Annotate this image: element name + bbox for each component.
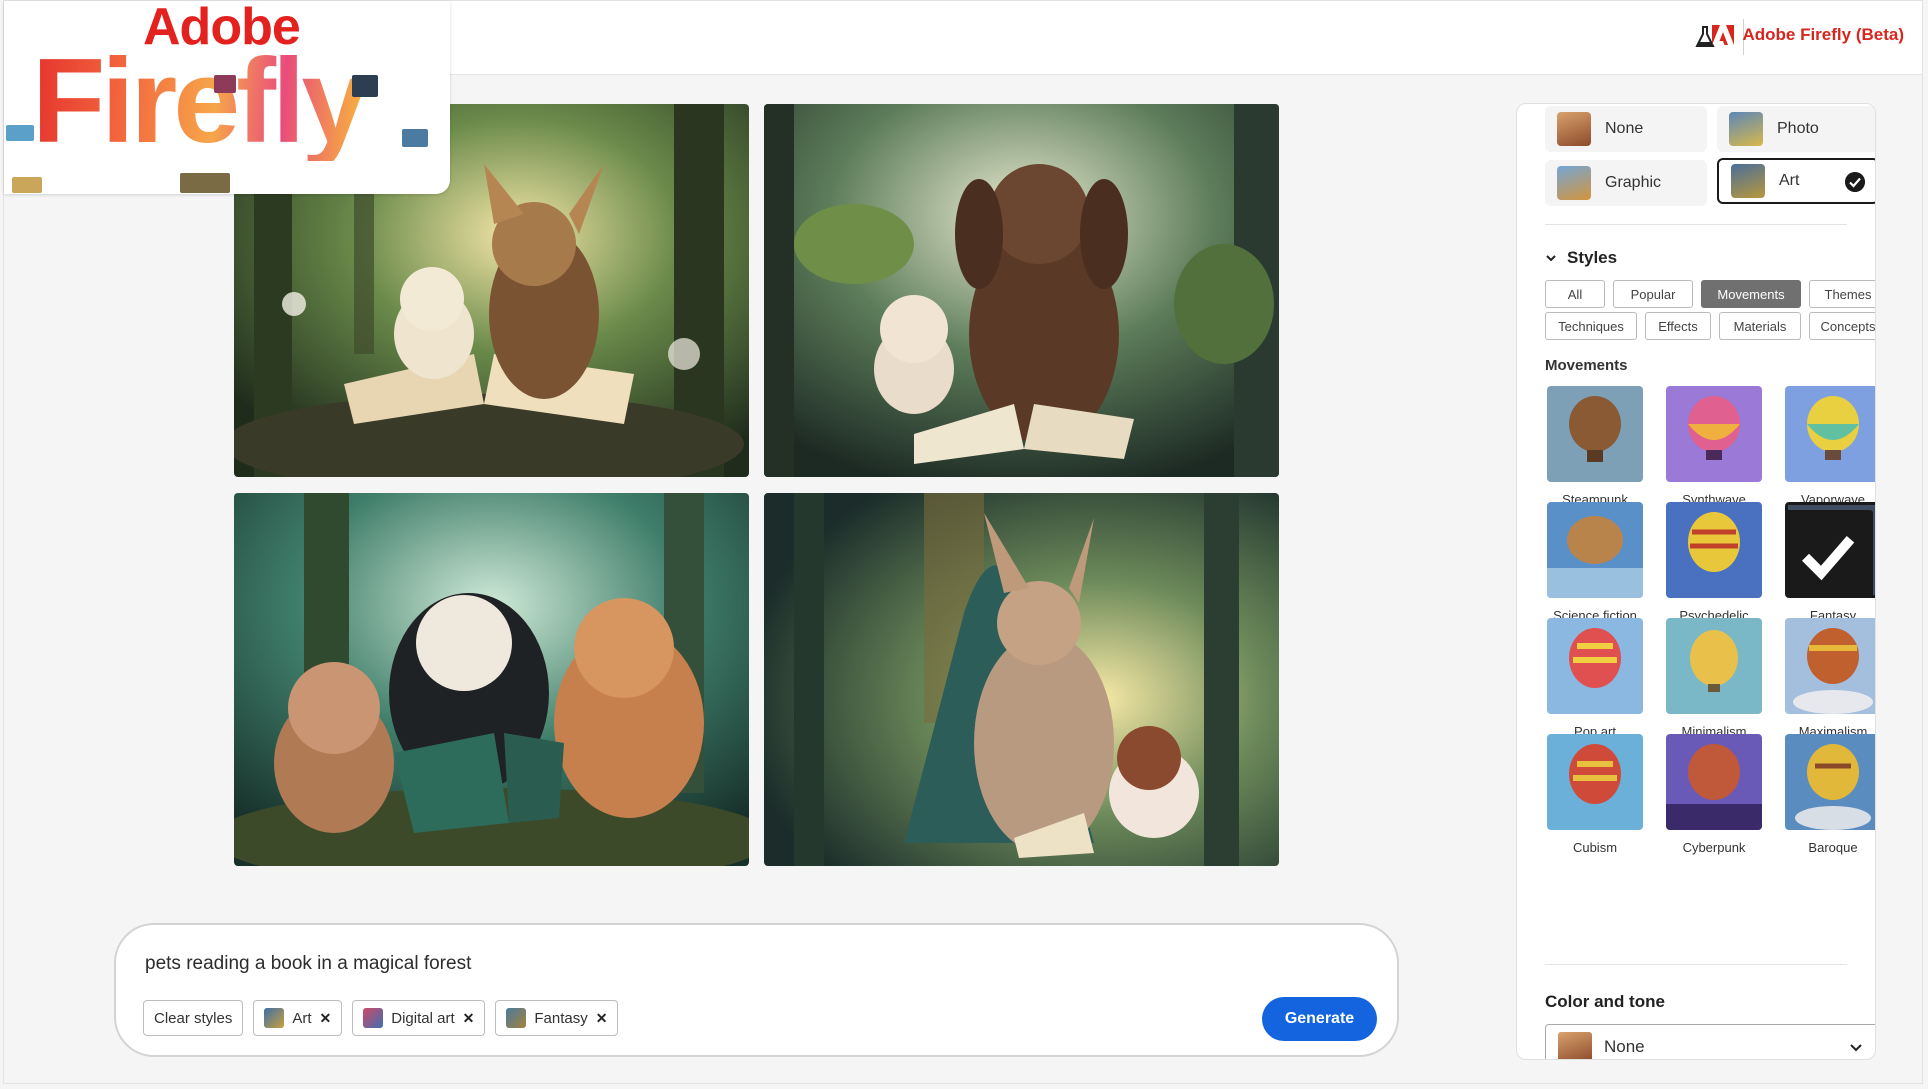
synthwave-thumbnail: [1666, 386, 1762, 482]
fantasy-thumbnail-icon: [506, 1008, 527, 1028]
app-window: Adobe Firefly (Beta) Adobe Firefly pets …: [3, 0, 1923, 1084]
movement-label: Baroque: [1808, 840, 1858, 855]
filter-popular[interactable]: Popular: [1613, 280, 1693, 308]
color-tone-select[interactable]: None: [1545, 1024, 1875, 1059]
adobe-logo-icon: [1712, 25, 1735, 45]
remove-chip-icon[interactable]: ✕: [463, 1010, 475, 1027]
movement-steampunk[interactable]: Steampunk: [1547, 386, 1643, 507]
clear-styles-label: Clear styles: [154, 1009, 233, 1027]
science-fiction-thumbnail: [1547, 502, 1643, 598]
content-type-label: None: [1605, 120, 1644, 137]
content-type-label: Graphic: [1605, 174, 1662, 191]
movement-cubism[interactable]: Cubism: [1547, 734, 1643, 855]
chip-label: Art: [292, 1009, 312, 1027]
logo-thumbnail: [352, 75, 378, 97]
content-type-label: Art: [1779, 172, 1800, 189]
balloon-thumbnail-icon: [1558, 1032, 1592, 1059]
vaporwave-thumbnail: [1785, 386, 1875, 482]
prompt-bar: pets reading a book in a magical forest …: [114, 923, 1399, 1057]
color-tone-value: None: [1604, 1037, 1645, 1056]
movement-cyberpunk[interactable]: Cyberpunk: [1666, 734, 1762, 855]
image-gallery: [234, 104, 1279, 866]
style-chip-fantasy: Fantasy ✕: [495, 1000, 619, 1036]
psychedelic-thumbnail: [1666, 502, 1762, 598]
chevron-down-icon: [1546, 255, 1556, 262]
style-chip-art: Art ✕: [253, 1000, 343, 1036]
remove-chip-icon[interactable]: ✕: [596, 1010, 608, 1027]
movements-title: Movements: [1545, 357, 1628, 374]
filter-techniques[interactable]: Techniques: [1545, 312, 1637, 340]
logo-thumbnail: [214, 75, 236, 93]
chevron-down-icon: [1850, 1044, 1862, 1052]
logo-thumbnail: [12, 177, 42, 193]
checkmark-icon: [1788, 510, 1873, 595]
content-type-graphic[interactable]: Graphic: [1545, 160, 1707, 206]
filter-concepts[interactable]: Concepts: [1809, 312, 1875, 340]
brand-name: Adobe Firefly (Beta): [1742, 25, 1904, 44]
style-chip-digital-art: Digital art ✕: [352, 1000, 486, 1036]
generate-button[interactable]: Generate: [1262, 997, 1377, 1041]
content-type-label: Photo: [1777, 120, 1819, 137]
generated-image-3[interactable]: [234, 493, 749, 866]
cubism-thumbnail: [1547, 734, 1643, 830]
color-tone-title: Color and tone: [1545, 992, 1665, 1011]
movement-baroque[interactable]: Baroque: [1785, 734, 1875, 855]
content-type-art[interactable]: Art: [1717, 158, 1875, 204]
movement-minimalism[interactable]: Minimalism: [1666, 618, 1762, 739]
chip-label: Digital art: [391, 1009, 455, 1027]
movement-science-fiction[interactable]: Science fiction: [1547, 502, 1643, 623]
movement-vaporwave[interactable]: Vaporwave: [1785, 386, 1875, 507]
style-chips: Clear styles Art ✕ Digital art ✕ Fantasy…: [143, 1000, 619, 1036]
logo-firefly-text: Firefly: [32, 34, 368, 168]
settings-panel: None Photo Graphic Art Styles All Popula…: [1516, 103, 1876, 1060]
divider: [1545, 224, 1847, 225]
checkmark-icon: [1845, 172, 1865, 192]
logo-thumbnail: [402, 129, 428, 147]
filter-materials[interactable]: Materials: [1719, 312, 1801, 340]
movement-pop-art[interactable]: Pop art: [1547, 618, 1643, 739]
logo-thumbnail: [6, 125, 34, 141]
digital-art-thumbnail-icon: [363, 1008, 384, 1028]
balloon-thumbnail-icon: [1729, 112, 1763, 146]
maximalism-thumbnail: [1785, 618, 1875, 714]
filter-movements[interactable]: Movements: [1701, 280, 1801, 308]
filter-all[interactable]: All: [1545, 280, 1605, 308]
movement-synthwave[interactable]: Synthwave: [1666, 386, 1762, 507]
movement-label: Cyberpunk: [1682, 840, 1746, 855]
cyberpunk-thumbnail: [1666, 734, 1762, 830]
movement-label: Cubism: [1572, 840, 1618, 855]
art-thumbnail-icon: [264, 1008, 285, 1028]
filter-effects[interactable]: Effects: [1645, 312, 1711, 340]
clear-styles-button[interactable]: Clear styles: [143, 1000, 244, 1036]
baroque-thumbnail: [1785, 734, 1875, 830]
divider: [1545, 964, 1847, 965]
movement-maximalism[interactable]: Maximalism: [1785, 618, 1875, 739]
remove-chip-icon[interactable]: ✕: [320, 1010, 332, 1027]
pop-art-thumbnail: [1547, 618, 1643, 714]
chip-label: Fantasy: [534, 1009, 588, 1027]
styles-section-toggle[interactable]: Styles: [1545, 248, 1617, 268]
fantasy-thumbnail: [1785, 502, 1875, 598]
content-type-none[interactable]: None: [1545, 106, 1707, 152]
generated-image-2[interactable]: [764, 104, 1279, 477]
generated-image-4[interactable]: [764, 493, 1279, 866]
movement-fantasy[interactable]: Fantasy: [1785, 502, 1875, 623]
movement-psychedelic[interactable]: Psychedelic: [1666, 502, 1762, 623]
brand[interactable]: Adobe Firefly (Beta): [1712, 25, 1904, 45]
logo-thumbnail: [180, 173, 230, 193]
filter-themes[interactable]: Themes: [1809, 280, 1875, 308]
balloon-thumbnail-icon: [1731, 164, 1765, 198]
prompt-input[interactable]: pets reading a book in a magical forest: [145, 953, 471, 975]
minimalism-thumbnail: [1666, 618, 1762, 714]
balloon-thumbnail-icon: [1557, 112, 1591, 146]
firefly-logo: Adobe Firefly: [4, 1, 450, 194]
content-type-photo[interactable]: Photo: [1717, 106, 1875, 152]
styles-title: Styles: [1567, 248, 1618, 267]
steampunk-thumbnail: [1547, 386, 1643, 482]
balloon-thumbnail-icon: [1557, 166, 1591, 200]
